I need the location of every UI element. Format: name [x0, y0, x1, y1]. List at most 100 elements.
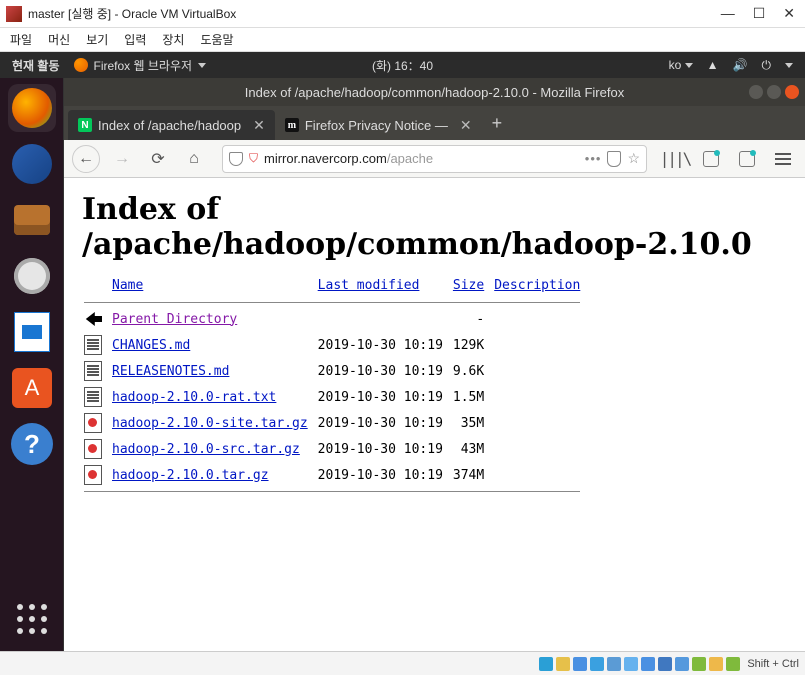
dock-libreoffice[interactable]: [8, 308, 56, 356]
col-size[interactable]: Size: [453, 278, 484, 293]
reader-icon[interactable]: [607, 151, 621, 167]
network-icon[interactable]: ▲: [707, 58, 719, 72]
file-gz-icon: [84, 439, 102, 459]
vb-audio-icon[interactable]: [573, 657, 587, 671]
home-button[interactable]: ⌂: [180, 145, 208, 173]
table-row: CHANGES.md2019-10-30 10:19129K: [82, 332, 588, 358]
tracking-shield-icon[interactable]: [229, 152, 243, 166]
table-row: hadoop-2.10.0-src.tar.gz 2019-10-30 10:19…: [82, 436, 588, 462]
page-actions-icon[interactable]: •••: [585, 151, 602, 166]
file-link[interactable]: hadoop-2.10.0-src.tar.gz: [112, 442, 300, 457]
gnome-activities[interactable]: 현재 활동: [12, 57, 60, 74]
naver-favicon-icon: N: [78, 118, 92, 132]
vb-clipboard-icon[interactable]: [709, 657, 723, 671]
reload-button[interactable]: ⟳: [144, 145, 172, 173]
dock-firefox[interactable]: [8, 84, 56, 132]
cell-desc: [492, 306, 588, 332]
tab-index-hadoop[interactable]: N Index of /apache/hadoop ✕: [68, 110, 275, 140]
vb-recording-icon[interactable]: [658, 657, 672, 671]
file-link[interactable]: RELEASENOTES.md: [112, 364, 229, 379]
dock-show-apps[interactable]: [12, 599, 52, 639]
divider: [84, 491, 580, 492]
ff-close-button[interactable]: [785, 85, 799, 99]
table-row: hadoop-2.10.0-site.tar.gz2019-10-30 10:1…: [82, 410, 588, 436]
col-description[interactable]: Description: [494, 278, 580, 293]
file-txt-icon: [84, 361, 102, 381]
ff-maximize-button[interactable]: [767, 85, 781, 99]
cell-last-modified: [316, 306, 451, 332]
vb-hdd-icon[interactable]: [539, 657, 553, 671]
bookmark-star-icon[interactable]: ☆: [627, 150, 640, 167]
chevron-down-icon: [785, 63, 793, 68]
tab-firefox-privacy[interactable]: m Firefox Privacy Notice — ✕: [275, 110, 482, 140]
file-link[interactable]: Parent Directory: [112, 312, 237, 327]
directory-listing: Name Last modified Size Description Pare…: [82, 276, 588, 495]
table-row: hadoop-2.10.0.tar.gz2019-10-30 10:19374M: [82, 462, 588, 488]
vb-window-title: master [실행 중] - Oracle VM VirtualBox: [28, 5, 721, 22]
vb-net-icon[interactable]: [590, 657, 604, 671]
new-tab-button[interactable]: +: [482, 113, 513, 134]
vb-menu-machine[interactable]: 머신: [48, 31, 70, 48]
tab-close-icon[interactable]: ✕: [253, 117, 265, 134]
col-last-modified[interactable]: Last modified: [318, 278, 420, 293]
url-bar[interactable]: ⛉ mirror.navercorp.com/apache ••• ☆: [222, 145, 647, 173]
file-link[interactable]: hadoop-2.10.0-rat.txt: [112, 390, 276, 405]
divider: [84, 302, 580, 303]
vb-menu-help[interactable]: 도움말: [200, 31, 233, 48]
library-button[interactable]: |||\: [661, 145, 689, 173]
dock-files[interactable]: [8, 196, 56, 244]
dock-help[interactable]: ?: [8, 420, 56, 468]
dock-thunderbird[interactable]: [8, 140, 56, 188]
gnome-clock[interactable]: (화) 16：40: [372, 57, 433, 74]
menu-button[interactable]: [769, 145, 797, 173]
vb-close-button[interactable]: ✕: [783, 5, 795, 22]
cell-last-modified: 2019-10-30 10:19: [316, 332, 451, 358]
url-text: mirror.navercorp.com/apache: [264, 151, 579, 166]
file-link[interactable]: CHANGES.md: [112, 338, 190, 353]
virtualbox-menubar: 파일 머신 보기 입력 장치 도움말: [0, 28, 805, 52]
files-icon: [14, 205, 50, 235]
vb-cpu-icon[interactable]: [675, 657, 689, 671]
page-content: Index of /apache/hadoop/common/hadoop-2.…: [64, 178, 805, 651]
volume-icon[interactable]: 🔊: [733, 58, 748, 72]
forward-button[interactable]: →: [108, 145, 136, 173]
cell-desc: [492, 358, 588, 384]
cell-last-modified: 2019-10-30 10:19: [316, 384, 451, 410]
dock-rhythmbox[interactable]: [8, 252, 56, 300]
col-name[interactable]: Name: [112, 278, 143, 293]
gnome-lang-indicator[interactable]: ko: [669, 58, 693, 72]
account-icon: [739, 151, 755, 167]
cell-last-modified: 2019-10-30 10:19: [316, 436, 451, 462]
sidebar-button[interactable]: [697, 145, 725, 173]
file-gz-icon: [84, 465, 102, 485]
vb-menu-file[interactable]: 파일: [10, 31, 32, 48]
vb-menu-devices[interactable]: 장치: [162, 31, 184, 48]
sidebar-icon: [703, 151, 719, 167]
account-button[interactable]: [733, 145, 761, 173]
virtualbox-titlebar: master [실행 중] - Oracle VM VirtualBox — ☐…: [0, 0, 805, 28]
vb-shared-icon[interactable]: [624, 657, 638, 671]
dock-software[interactable]: A: [8, 364, 56, 412]
listing-header: Name Last modified Size Description: [82, 276, 588, 299]
power-icon[interactable]: ⏻: [762, 58, 772, 73]
table-row: Parent Directory-: [82, 306, 588, 332]
cell-size: 35M: [451, 410, 492, 436]
ff-minimize-button[interactable]: [749, 85, 763, 99]
vb-hostkey-icon[interactable]: [726, 657, 740, 671]
vb-menu-input[interactable]: 입력: [124, 31, 146, 48]
vb-maximize-button[interactable]: ☐: [753, 5, 766, 22]
cell-size: 9.6K: [451, 358, 492, 384]
back-button[interactable]: ←: [72, 145, 100, 173]
tab-close-icon[interactable]: ✕: [460, 117, 472, 134]
insecure-lock-icon[interactable]: ⛉: [249, 151, 258, 166]
help-icon: ?: [11, 423, 53, 465]
gnome-app-menu[interactable]: Firefox 웹 브라우저: [74, 57, 207, 74]
vb-cd-icon[interactable]: [556, 657, 570, 671]
vb-display-icon[interactable]: [641, 657, 655, 671]
vb-menu-view[interactable]: 보기: [86, 31, 108, 48]
vb-mouse-icon[interactable]: [692, 657, 706, 671]
vb-minimize-button[interactable]: —: [721, 5, 735, 22]
vb-usb-icon[interactable]: [607, 657, 621, 671]
file-link[interactable]: hadoop-2.10.0-site.tar.gz: [112, 416, 308, 431]
file-link[interactable]: hadoop-2.10.0.tar.gz: [112, 468, 269, 483]
